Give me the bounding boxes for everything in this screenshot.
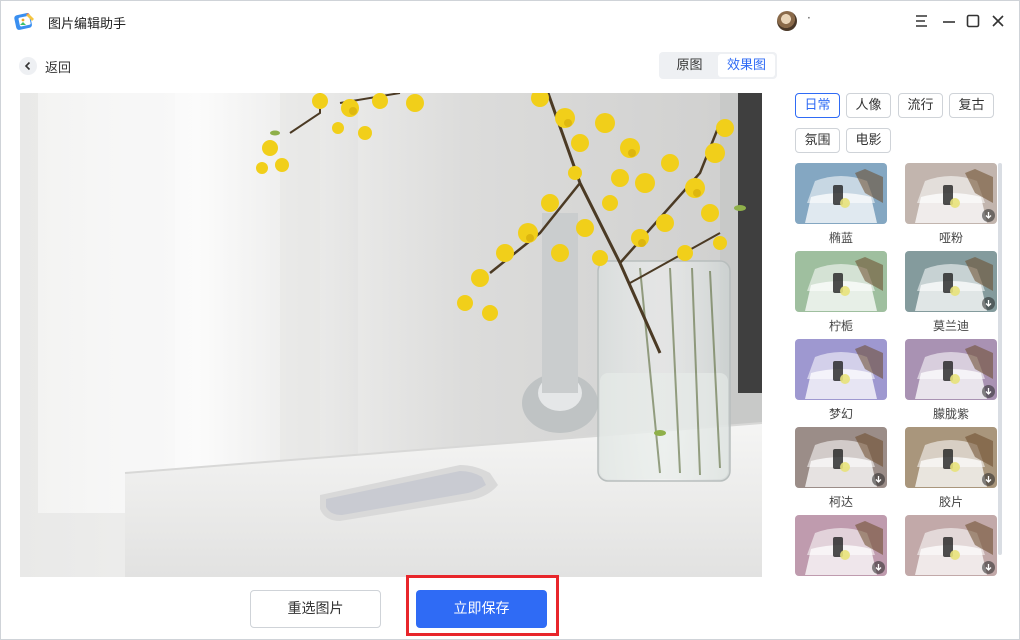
image-preview <box>20 93 762 577</box>
download-icon <box>872 561 885 574</box>
filter-tile[interactable]: 胶片 <box>905 427 997 513</box>
username[interactable]: · <box>807 11 811 25</box>
filter-thumbnail <box>905 163 997 224</box>
filter-tile[interactable]: 柠栀 <box>795 251 887 337</box>
filter-label: 朦胧紫 <box>932 407 969 421</box>
minimize-icon[interactable] <box>939 11 959 31</box>
filter-category-popular[interactable]: 流行 <box>898 93 943 118</box>
filter-label: 柠栀 <box>828 319 853 333</box>
filter-thumbnail <box>905 515 997 576</box>
save-now-button[interactable]: 立即保存 <box>416 590 547 628</box>
download-icon <box>982 297 995 310</box>
filters-panel: 日常 人像 流行 复古 氛围 电影 椭蓝 哑粉柠栀 莫兰迪梦幻 朦胧紫柯达 胶片 <box>787 91 1019 581</box>
preview-photo <box>20 93 762 577</box>
filter-thumbnail <box>795 427 887 488</box>
download-icon <box>982 385 995 398</box>
user-avatar[interactable] <box>777 11 797 31</box>
filter-tile[interactable]: 朦胧紫 <box>905 339 997 425</box>
filter-thumbnail <box>905 339 997 400</box>
filter-tile[interactable] <box>795 515 887 577</box>
tab-effect[interactable]: 效果图 <box>718 54 775 77</box>
filter-label: 胶片 <box>938 495 963 509</box>
filter-label: 柯达 <box>828 495 853 509</box>
view-toggle: 原图 效果图 <box>659 52 777 79</box>
filter-grid: 椭蓝 哑粉柠栀 莫兰迪梦幻 朦胧紫柯达 胶片 <box>787 163 1005 577</box>
download-icon <box>982 561 995 574</box>
app-window: 图片编辑助手 · 返回 原图 效果图 日常 人像 流行 复古 氛围 电影 椭蓝 … <box>0 0 1020 640</box>
filter-tile[interactable] <box>905 515 997 577</box>
filter-tile[interactable]: 柯达 <box>795 427 887 513</box>
menu-icon[interactable] <box>912 11 932 31</box>
filter-tile[interactable]: 莫兰迪 <box>905 251 997 337</box>
filter-category-retro[interactable]: 复古 <box>949 93 994 118</box>
title-bar: 图片编辑助手 · <box>1 1 1019 41</box>
filter-thumbnail <box>905 427 997 488</box>
filter-label: 椭蓝 <box>828 231 853 245</box>
filter-category-atmosphere[interactable]: 氛围 <box>795 128 840 153</box>
download-icon <box>982 473 995 486</box>
filter-tile[interactable]: 椭蓝 <box>795 163 887 249</box>
filter-label: 梦幻 <box>828 407 853 421</box>
back-button[interactable]: 返回 <box>19 56 71 76</box>
filter-thumbnail <box>795 163 887 224</box>
download-icon <box>982 209 995 222</box>
filter-thumbnail <box>795 515 887 576</box>
filter-label: 莫兰迪 <box>932 319 969 333</box>
maximize-icon[interactable] <box>963 11 983 31</box>
reselect-image-button[interactable]: 重选图片 <box>250 590 381 628</box>
filter-tile[interactable]: 哑粉 <box>905 163 997 249</box>
back-label: 返回 <box>45 60 72 76</box>
filter-thumbnail <box>795 339 887 400</box>
app-logo-icon <box>13 9 37 33</box>
close-icon[interactable] <box>988 11 1008 31</box>
filter-category-movie[interactable]: 电影 <box>846 128 891 153</box>
filter-label: 哑粉 <box>938 231 963 245</box>
download-icon <box>872 473 885 486</box>
tab-original[interactable]: 原图 <box>661 54 718 77</box>
filter-thumbnail <box>795 251 887 312</box>
filter-thumbnail <box>905 251 997 312</box>
filter-tile[interactable]: 梦幻 <box>795 339 887 425</box>
filter-category-portrait[interactable]: 人像 <box>846 93 891 118</box>
chevron-left-icon <box>19 57 37 75</box>
filter-scrollbar[interactable] <box>998 163 1002 555</box>
app-title: 图片编辑助手 <box>48 17 127 32</box>
filter-category-daily[interactable]: 日常 <box>795 93 840 118</box>
